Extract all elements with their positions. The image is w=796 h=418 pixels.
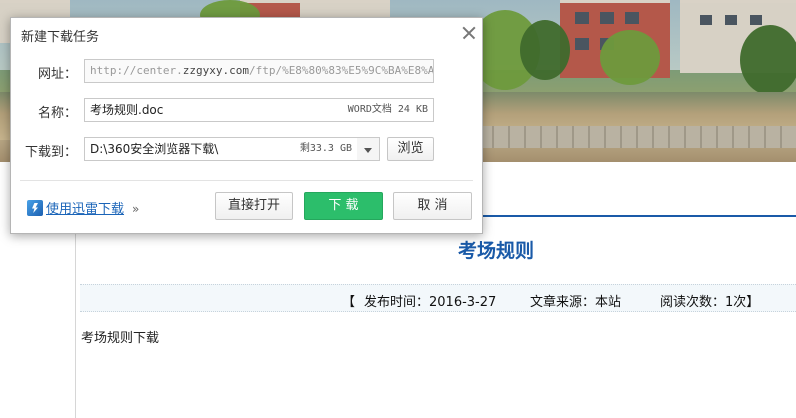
- article-source: 文章来源：本站: [530, 295, 622, 310]
- thunder-download-link[interactable]: 使用迅雷下载 »: [27, 198, 139, 217]
- meta-bracket: 【: [342, 295, 356, 310]
- nav-underline: [480, 215, 796, 217]
- save-path-label: 下载到：: [24, 145, 77, 160]
- url-prefix: http://center.: [90, 64, 183, 77]
- name-label: 名称：: [37, 106, 77, 121]
- close-icon[interactable]: [460, 24, 478, 42]
- url-path: /ftp/%E8%80%83%E5%9C%BA%E8%A7%84%: [248, 64, 434, 77]
- open-directly-button[interactable]: 直接打开: [215, 192, 293, 220]
- save-path: D:\360安全浏览器下载\: [90, 142, 219, 156]
- thunder-icon: [27, 200, 43, 216]
- file-name-field[interactable]: 考场规则.doc WORD文档 24 KB: [84, 98, 434, 122]
- download-button[interactable]: 下 载: [304, 192, 383, 220]
- url-domain: zzgyxy.com: [182, 64, 249, 77]
- new-download-dialog: 新建下载任务 网址： http://center.zzgyxy.com/ftp/…: [10, 17, 483, 234]
- publish-time: 发布时间：2016-3-27: [364, 295, 497, 310]
- thunder-link-label: 使用迅雷下载: [46, 202, 125, 217]
- free-space: 剩33.3 GB: [299, 143, 352, 154]
- file-info: WORD文档 24 KB: [347, 104, 428, 115]
- cancel-button[interactable]: 取 消: [393, 192, 472, 220]
- chevron-down-icon[interactable]: »: [132, 202, 139, 216]
- article-meta-bar: 【 发布时间：2016-3-27 文章来源：本站 阅读次数：1次】: [80, 284, 796, 312]
- save-path-field[interactable]: D:\360安全浏览器下载\ 剩33.3 GB: [84, 137, 358, 161]
- view-count: 阅读次数：1次】: [660, 295, 760, 310]
- save-path-dropdown-button[interactable]: [357, 137, 380, 161]
- url-label: 网址：: [37, 67, 77, 82]
- browse-button[interactable]: 浏览: [387, 137, 434, 161]
- dialog-divider: [20, 180, 473, 181]
- url-field[interactable]: http://center.zzgyxy.com/ftp/%E8%80%83%E…: [84, 59, 434, 83]
- article-download-link[interactable]: 考场规则下载: [81, 327, 159, 346]
- article-title: 考场规则: [457, 240, 534, 262]
- file-name: 考场规则.doc: [90, 103, 164, 117]
- dialog-title: 新建下载任务: [21, 30, 100, 45]
